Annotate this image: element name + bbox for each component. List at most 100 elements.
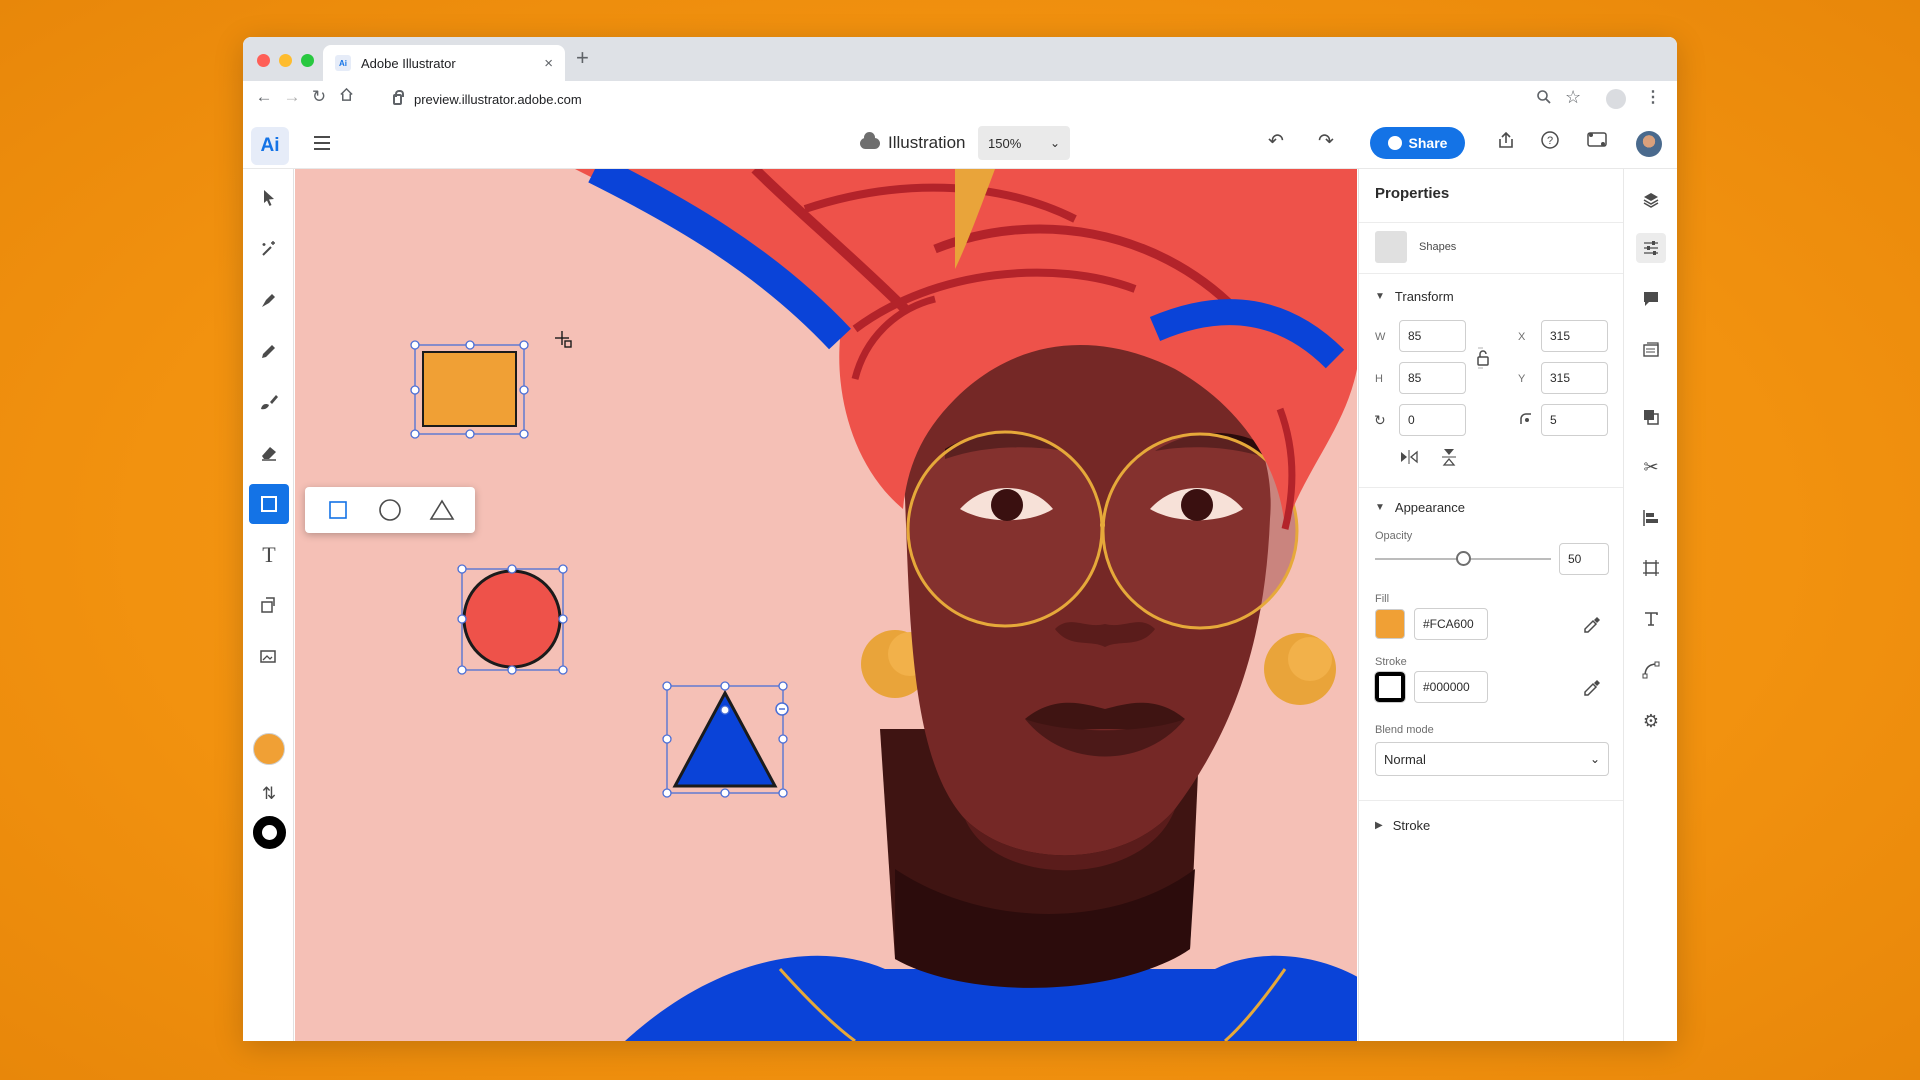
comments-icon[interactable] — [1636, 284, 1666, 314]
maximize-window-button[interactable] — [301, 54, 314, 67]
stroke-hex-field[interactable]: #000000 — [1414, 671, 1488, 703]
url-text: preview.illustrator.adobe.com — [414, 91, 582, 107]
libraries-icon[interactable] — [1636, 335, 1666, 365]
document-title[interactable]: Illustration — [860, 129, 965, 157]
character-icon[interactable] — [1636, 604, 1666, 634]
stroke-eyedropper-icon[interactable] — [1582, 678, 1602, 701]
pencil-tool-icon[interactable] — [249, 331, 289, 371]
flyout-rectangle-icon[interactable] — [313, 487, 363, 533]
properties-sliders-icon[interactable] — [1636, 233, 1666, 263]
plugins-gear-icon[interactable]: ⚙ — [1636, 706, 1666, 736]
stroke-color-swatch[interactable] — [253, 816, 286, 849]
rectangle-tool-icon[interactable] — [249, 484, 289, 524]
undo-icon[interactable]: ↶ — [1268, 130, 1284, 153]
height-field[interactable]: 85 — [1399, 362, 1466, 394]
zoom-dropdown[interactable]: 150% ⌄ — [978, 126, 1070, 160]
artboards-icon[interactable] — [1636, 553, 1666, 583]
minimize-window-button[interactable] — [279, 54, 292, 67]
illustrator-logo[interactable]: Ai — [251, 127, 289, 165]
close-tab-icon[interactable]: × — [544, 55, 553, 72]
export-icon[interactable] — [1496, 130, 1516, 156]
fill-swatch[interactable] — [1375, 609, 1405, 639]
search-icon[interactable] — [1536, 89, 1552, 110]
panel-title: Properties — [1375, 185, 1450, 202]
eraser-tool-icon[interactable] — [249, 433, 289, 473]
user-avatar[interactable] — [1636, 131, 1662, 157]
align-icon[interactable] — [1636, 503, 1666, 533]
apps-icon[interactable] — [1586, 130, 1608, 156]
path-icon[interactable] — [1636, 655, 1666, 685]
transform-section-toggle[interactable]: ▼ Transform — [1375, 289, 1454, 304]
swap-fill-stroke-icon[interactable]: ⇅ — [249, 774, 289, 814]
flyout-polygon-icon[interactable] — [417, 487, 467, 533]
stroke-label: Stroke — [1375, 656, 1407, 668]
svg-text:?: ? — [1547, 135, 1553, 147]
shape-builder-tool-icon[interactable] — [249, 586, 289, 626]
lock-icon — [393, 89, 404, 105]
home-icon[interactable] — [334, 87, 358, 107]
reload-icon[interactable]: ↻ — [307, 87, 331, 107]
tab-title: Adobe Illustrator — [361, 55, 456, 71]
orange-rectangle-shape[interactable] — [422, 351, 517, 427]
magic-wand-tool-icon[interactable] — [249, 229, 289, 269]
crosshair-cursor — [555, 331, 572, 348]
layers-icon[interactable] — [1636, 185, 1666, 215]
appearance-section-toggle[interactable]: ▼ Appearance — [1375, 500, 1465, 515]
type-tool-icon[interactable]: T — [249, 535, 289, 575]
browser-tab[interactable]: Ai Adobe Illustrator × — [323, 45, 565, 81]
blend-mode-label: Blend mode — [1375, 724, 1434, 736]
constrain-proportions-lock-icon[interactable] — [1475, 345, 1491, 374]
transform-section-label: Transform — [1394, 289, 1454, 304]
y-position-field[interactable]: 315 — [1541, 362, 1608, 394]
redo-icon[interactable]: ↷ — [1318, 130, 1334, 153]
height-label: H — [1375, 373, 1383, 385]
place-image-tool-icon[interactable] — [249, 637, 289, 677]
close-window-button[interactable] — [257, 54, 270, 67]
share-label: Share — [1408, 135, 1448, 151]
url-field[interactable]: preview.illustrator.adobe.com — [393, 81, 582, 117]
app-header: Ai Illustration 150% ⌄ ↶ ↷ Share ? — [243, 117, 1677, 169]
stroke-section-toggle[interactable]: ▶ Stroke — [1375, 818, 1430, 833]
window-controls — [257, 54, 314, 67]
browser-menu-icon[interactable]: ⋮ — [1645, 87, 1661, 107]
fill-label: Fill — [1375, 593, 1390, 605]
scissors-icon[interactable]: ✂ — [1636, 452, 1666, 482]
x-position-field[interactable]: 315 — [1541, 320, 1608, 352]
artboard-canvas[interactable] — [295, 169, 1357, 1041]
panels-rail: ✂ ⚙ — [1623, 169, 1677, 1041]
document-name: Illustration — [888, 133, 966, 152]
help-icon[interactable]: ? — [1540, 130, 1560, 156]
blend-mode-dropdown[interactable]: Normal ⌄ — [1375, 742, 1609, 776]
pen-tool-icon[interactable] — [249, 280, 289, 320]
share-button[interactable]: Share — [1370, 127, 1465, 159]
blend-mode-value: Normal — [1384, 751, 1426, 767]
selection-tool-icon[interactable] — [249, 178, 289, 218]
flyout-ellipse-icon[interactable] — [365, 487, 415, 533]
fill-hex-field[interactable]: #FCA600 — [1414, 608, 1488, 640]
profile-icon[interactable] — [1606, 89, 1626, 109]
back-icon[interactable]: ← — [252, 87, 276, 107]
opacity-slider[interactable] — [1375, 549, 1551, 569]
shape-tool-flyout — [305, 487, 475, 533]
fill-eyedropper-icon[interactable] — [1582, 615, 1602, 638]
brush-tool-icon[interactable] — [249, 382, 289, 422]
new-tab-button[interactable]: + — [576, 45, 589, 71]
zoom-value: 150% — [988, 135, 1022, 151]
width-field[interactable]: 85 — [1399, 320, 1466, 352]
corner-radius-field[interactable]: 5 — [1541, 404, 1608, 436]
flip-horizontal-icon[interactable] — [1399, 449, 1419, 468]
chevron-down-icon: ⌄ — [1589, 752, 1600, 766]
red-circle-shape[interactable] — [462, 569, 562, 669]
stroke-swatch[interactable] — [1374, 671, 1406, 703]
bookmark-star-icon[interactable]: ☆ — [1565, 87, 1581, 108]
pathfinder-icon[interactable] — [1636, 402, 1666, 432]
hamburger-menu-icon[interactable] — [314, 136, 330, 154]
opacity-field[interactable]: 50 — [1559, 543, 1609, 575]
properties-panel: Properties Shapes ▼ Transform W 85 H 85 … — [1358, 169, 1623, 1041]
rotation-field[interactable]: 0 — [1399, 404, 1466, 436]
fill-color-swatch[interactable] — [253, 733, 285, 765]
opacity-slider-handle[interactable] — [1455, 551, 1471, 566]
forward-icon[interactable]: → — [280, 87, 304, 107]
flip-vertical-icon[interactable] — [1441, 447, 1457, 470]
chevron-down-icon: ⌄ — [1049, 136, 1060, 150]
